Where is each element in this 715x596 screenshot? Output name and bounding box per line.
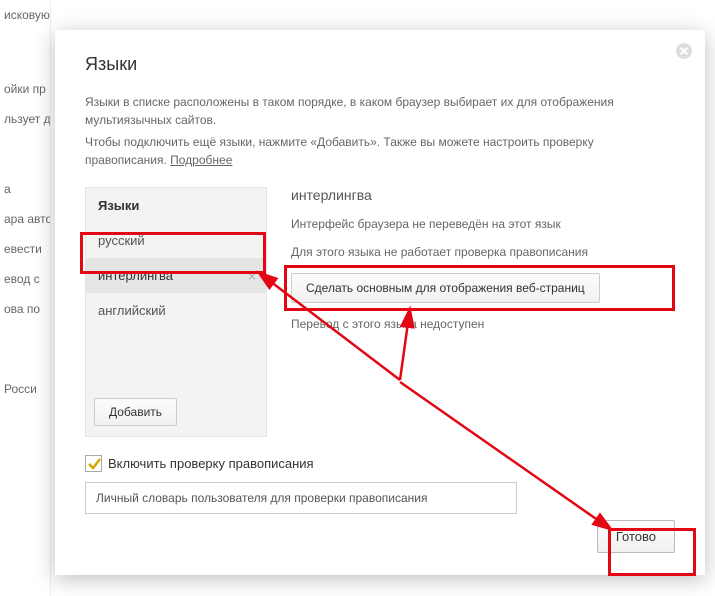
language-details: интерлингва Интерфейс браузера не переве… — [267, 187, 675, 437]
bg-item: евести — [0, 234, 50, 264]
done-button[interactable]: Готово — [597, 520, 675, 553]
remove-language-icon[interactable]: × — [248, 268, 256, 284]
bg-item: а — [0, 174, 50, 204]
dialog-desc-2-text: Чтобы подключить ещё языки, нажмите «Доб… — [85, 135, 594, 167]
language-item-interlingua[interactable]: интерлингва × — [86, 258, 266, 293]
bg-item: евод с — [0, 264, 50, 294]
bg-item: исковую — [0, 0, 50, 30]
dialog-desc-2: Чтобы подключить ещё языки, нажмите «Доб… — [85, 133, 675, 169]
bg-item: льзует д — [0, 104, 50, 134]
spellcheck-checkbox[interactable] — [85, 455, 102, 472]
bg-item: ова по — [0, 294, 50, 324]
details-info-ui: Интерфейс браузера не переведён на этот … — [291, 217, 675, 231]
personal-dictionary-field[interactable]: Личный словарь пользователя для проверки… — [85, 482, 517, 514]
spellcheck-label: Включить проверку правописания — [108, 456, 314, 471]
bg-item: ара авток — [0, 204, 50, 234]
details-info-spell: Для этого языка не работает проверка пра… — [291, 245, 675, 259]
languages-dialog: Языки Языки в списке расположены в таком… — [55, 30, 705, 575]
background-settings-panel: исковую ойки пр льзует д а ара авток еве… — [0, 0, 51, 596]
details-title: интерлингва — [291, 187, 675, 203]
language-list-header: Языки — [86, 188, 266, 223]
make-primary-button[interactable]: Сделать основным для отображения веб-стр… — [291, 273, 600, 303]
bg-item: Росси — [0, 374, 50, 404]
dialog-desc-1: Языки в списке расположены в таком поряд… — [85, 93, 675, 129]
add-language-button[interactable]: Добавить — [94, 398, 177, 426]
language-item-english[interactable]: английский — [86, 293, 266, 328]
language-item-label: интерлингва — [98, 268, 173, 283]
language-item-russian[interactable]: русский — [86, 223, 266, 258]
bg-item: ойки пр — [0, 74, 50, 104]
details-info-translate: Перевод с этого языка недоступен — [291, 317, 675, 331]
close-icon[interactable] — [675, 42, 693, 60]
language-list: Языки русский интерлингва × английский Д… — [85, 187, 267, 437]
learn-more-link[interactable]: Подробнее — [170, 153, 232, 167]
dialog-title: Языки — [85, 54, 675, 75]
